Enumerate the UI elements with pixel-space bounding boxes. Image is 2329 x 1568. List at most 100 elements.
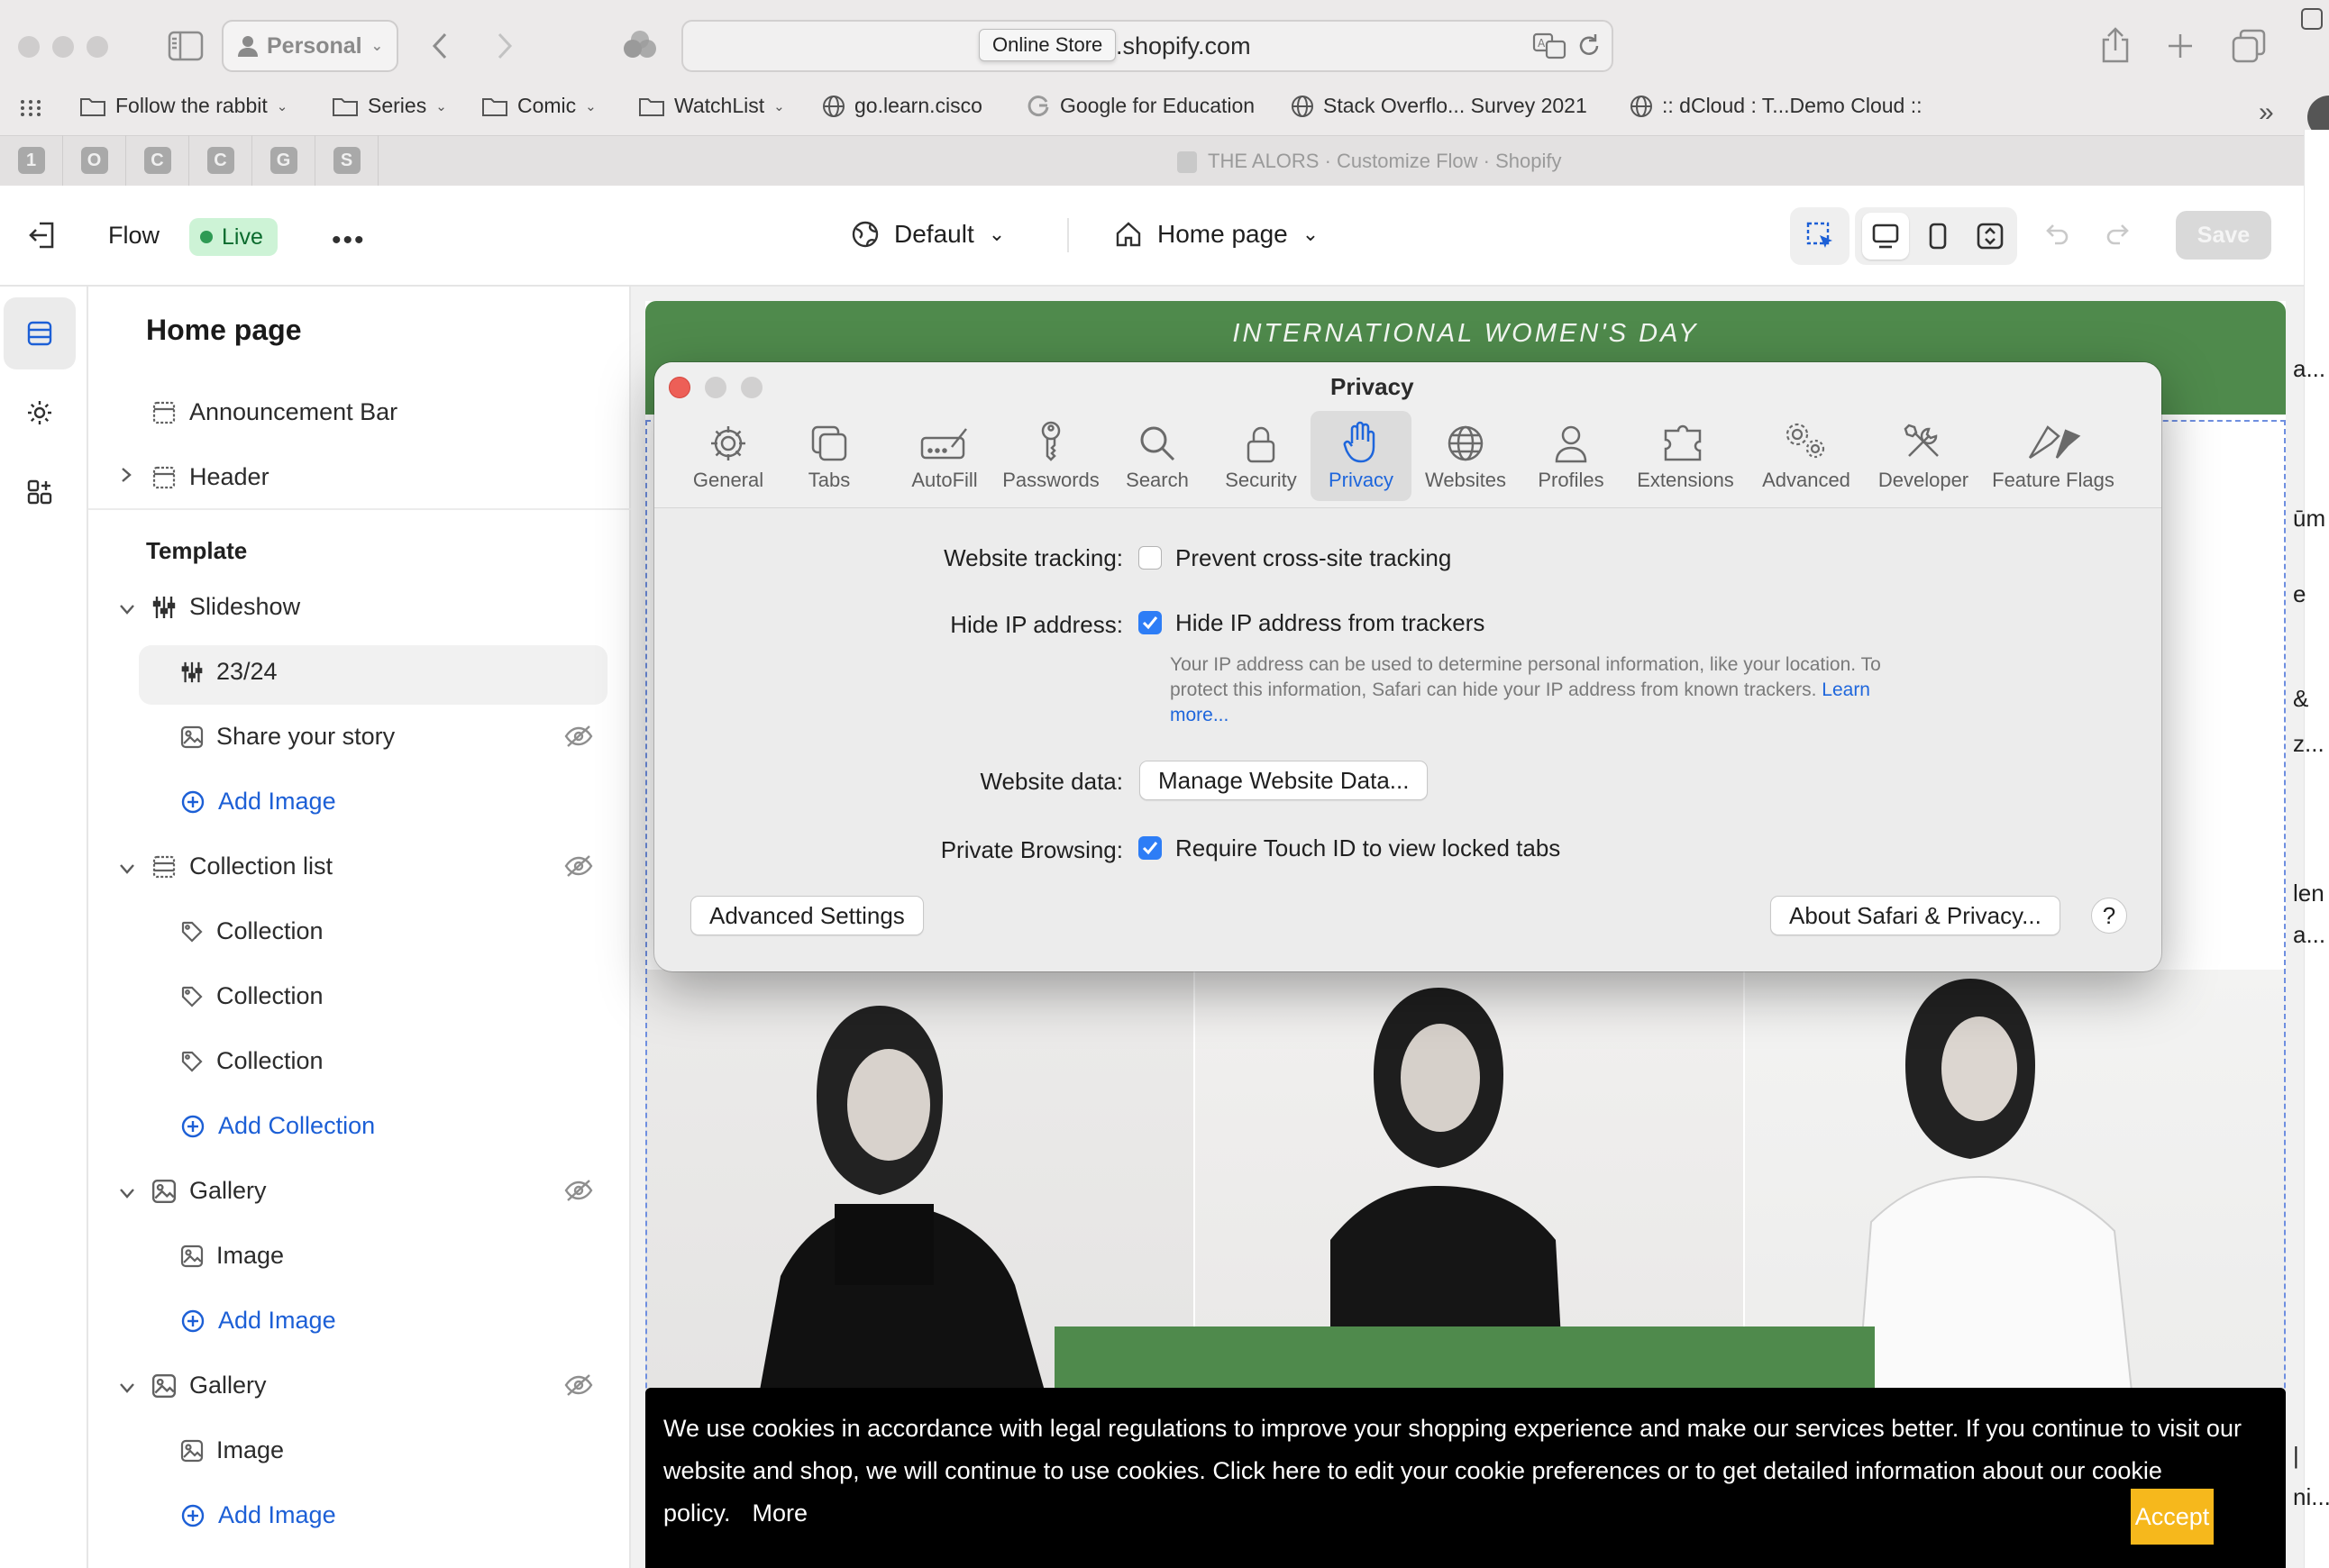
- desktop-view-icon[interactable]: [1862, 213, 1909, 260]
- hidden-eye-icon[interactable]: [564, 1373, 593, 1397]
- block-collection[interactable]: Collection: [180, 917, 324, 945]
- cookie-more-link[interactable]: More: [753, 1500, 808, 1527]
- pinned-tab[interactable]: 1: [0, 135, 63, 186]
- help-button[interactable]: ?: [2091, 898, 2127, 934]
- add-image-button[interactable]: Add Image: [180, 788, 336, 816]
- pinned-tab[interactable]: S: [315, 135, 379, 186]
- select-element-icon[interactable]: [1797, 213, 1844, 260]
- reload-icon[interactable]: [1576, 32, 1603, 59]
- pinned-tab[interactable]: C: [126, 135, 189, 186]
- section-slideshow[interactable]: Slideshow: [151, 593, 300, 621]
- hidden-eye-icon[interactable]: [564, 1179, 593, 1202]
- forward-icon[interactable]: [494, 31, 516, 61]
- section-gallery[interactable]: Gallery: [151, 1177, 267, 1205]
- translate-icon[interactable]: A: [1532, 32, 1568, 59]
- tab-overview-icon[interactable]: [2232, 29, 2266, 63]
- apps-icon[interactable]: [4, 456, 76, 528]
- apps-grid-icon[interactable]: [20, 99, 41, 117]
- more-bookmarks-icon[interactable]: »: [2259, 97, 2274, 128]
- settings-tab-websites[interactable]: Websites: [1415, 411, 1516, 501]
- chevron-down-icon[interactable]: [117, 1381, 137, 1395]
- settings-tab-autofill[interactable]: AutoFill: [885, 411, 1004, 501]
- redo-icon[interactable]: [2105, 220, 2133, 247]
- window-close-button[interactable]: [18, 36, 40, 58]
- settings-tab-search[interactable]: Search: [1112, 411, 1202, 501]
- chevron-right-icon[interactable]: [119, 465, 133, 485]
- add-image-button[interactable]: Add Image: [180, 1501, 336, 1529]
- sidebar-toggle-icon[interactable]: [168, 31, 204, 61]
- window-minimize-button[interactable]: [52, 36, 74, 58]
- chevron-down-icon[interactable]: [117, 861, 137, 876]
- window-zoom-button[interactable]: [87, 36, 108, 58]
- advanced-settings-button[interactable]: Advanced Settings: [690, 896, 924, 935]
- block-image[interactable]: Image: [180, 1242, 284, 1270]
- block-image[interactable]: Image: [180, 1436, 284, 1464]
- section-collection-list[interactable]: Collection list: [151, 852, 333, 880]
- bookmark-item[interactable]: Series ⌄: [332, 94, 447, 118]
- theme-settings-icon[interactable]: [4, 377, 76, 449]
- settings-tab-advanced[interactable]: Advanced: [1752, 411, 1860, 501]
- search-icon: [1137, 424, 1177, 463]
- save-button[interactable]: Save: [2176, 211, 2271, 260]
- settings-tab-profiles[interactable]: Profiles: [1518, 411, 1624, 501]
- section-header[interactable]: Header: [151, 463, 269, 491]
- share-icon[interactable]: [2100, 27, 2131, 63]
- section-announcement-bar[interactable]: Announcement Bar: [151, 398, 397, 426]
- bookmark-item[interactable]: Google for Education: [1028, 94, 1255, 118]
- bookmark-item[interactable]: Comic ⌄: [481, 94, 597, 118]
- mobile-view-icon[interactable]: [1914, 213, 1961, 260]
- hidden-eye-icon[interactable]: [564, 854, 593, 878]
- pinned-tab[interactable]: C: [189, 135, 252, 186]
- dialog-close-button[interactable]: [669, 377, 690, 398]
- settings-tab-privacy[interactable]: Privacy: [1311, 411, 1411, 501]
- fullscreen-view-icon[interactable]: [1967, 213, 2014, 260]
- bookmark-item[interactable]: WatchList ⌄: [638, 94, 785, 118]
- settings-tab-feature-flags[interactable]: Feature Flags: [1986, 411, 2120, 501]
- block-collection[interactable]: Collection: [180, 982, 324, 1010]
- sections-icon[interactable]: [4, 297, 76, 369]
- dialog-zoom-button[interactable]: [741, 377, 763, 398]
- bookmark-item[interactable]: go.learn.cisco: [822, 94, 982, 118]
- settings-tab-developer[interactable]: Developer: [1871, 411, 1976, 501]
- page-dropdown[interactable]: Home page ⌄: [1114, 220, 1319, 249]
- exit-icon[interactable]: [27, 220, 58, 251]
- hidden-eye-icon[interactable]: [564, 725, 593, 748]
- pinned-tab[interactable]: O: [63, 135, 126, 186]
- hide-ip-checkbox[interactable]: [1138, 611, 1162, 634]
- back-icon[interactable]: [429, 31, 451, 61]
- cookie-accept-button[interactable]: Accept: [2131, 1489, 2214, 1545]
- chevron-down-icon[interactable]: [117, 1186, 137, 1200]
- add-collection-button[interactable]: Add Collection: [180, 1112, 375, 1140]
- person-icon: [1553, 424, 1589, 463]
- new-tab-icon[interactable]: [2167, 32, 2194, 59]
- add-image-button[interactable]: Add Image: [180, 1307, 336, 1335]
- prevent-tracking-label: Prevent cross-site tracking: [1175, 544, 1452, 571]
- section-gallery[interactable]: Gallery: [151, 1372, 267, 1399]
- pinned-tab[interactable]: G: [252, 135, 315, 186]
- prevent-tracking-checkbox[interactable]: [1138, 546, 1162, 570]
- block-share-your-story[interactable]: Share your story: [180, 723, 395, 751]
- chevron-down-icon[interactable]: [117, 602, 137, 616]
- active-tab-title[interactable]: THE ALORS · Customize Flow · Shopify: [1177, 150, 1561, 174]
- settings-tab-general[interactable]: General: [667, 411, 790, 501]
- about-safari-privacy-button[interactable]: About Safari & Privacy...: [1770, 896, 2060, 935]
- bookmark-item[interactable]: Follow the rabbit ⌄: [79, 94, 288, 118]
- status-dot-icon: [200, 231, 213, 243]
- settings-tab-passwords[interactable]: Passwords: [990, 411, 1112, 501]
- dialog-minimize-button[interactable]: [705, 377, 726, 398]
- settings-tab-extensions[interactable]: Extensions: [1622, 411, 1749, 501]
- undo-icon[interactable]: [2042, 220, 2069, 247]
- url-text: .shopify.com: [1116, 32, 1251, 59]
- profile-switcher[interactable]: Personal ⌄: [222, 20, 398, 72]
- manage-website-data-button[interactable]: Manage Website Data...: [1139, 761, 1429, 800]
- require-touch-id-checkbox[interactable]: [1138, 836, 1162, 860]
- bookmark-item[interactable]: :: dCloud : T...Demo Cloud ::: [1630, 94, 1923, 118]
- settings-tab-tabs[interactable]: Tabs: [782, 411, 876, 501]
- block-collection[interactable]: Collection: [180, 1047, 324, 1075]
- locale-dropdown[interactable]: Default ⌄: [851, 220, 1005, 249]
- more-actions-icon[interactable]: •••: [332, 225, 366, 256]
- shield-extension-icon[interactable]: [620, 31, 660, 61]
- bookmark-item[interactable]: Stack Overflo... Survey 2021: [1291, 94, 1587, 118]
- block-slide-23-24[interactable]: 23/24: [180, 658, 278, 686]
- settings-tab-security[interactable]: Security: [1208, 411, 1314, 501]
